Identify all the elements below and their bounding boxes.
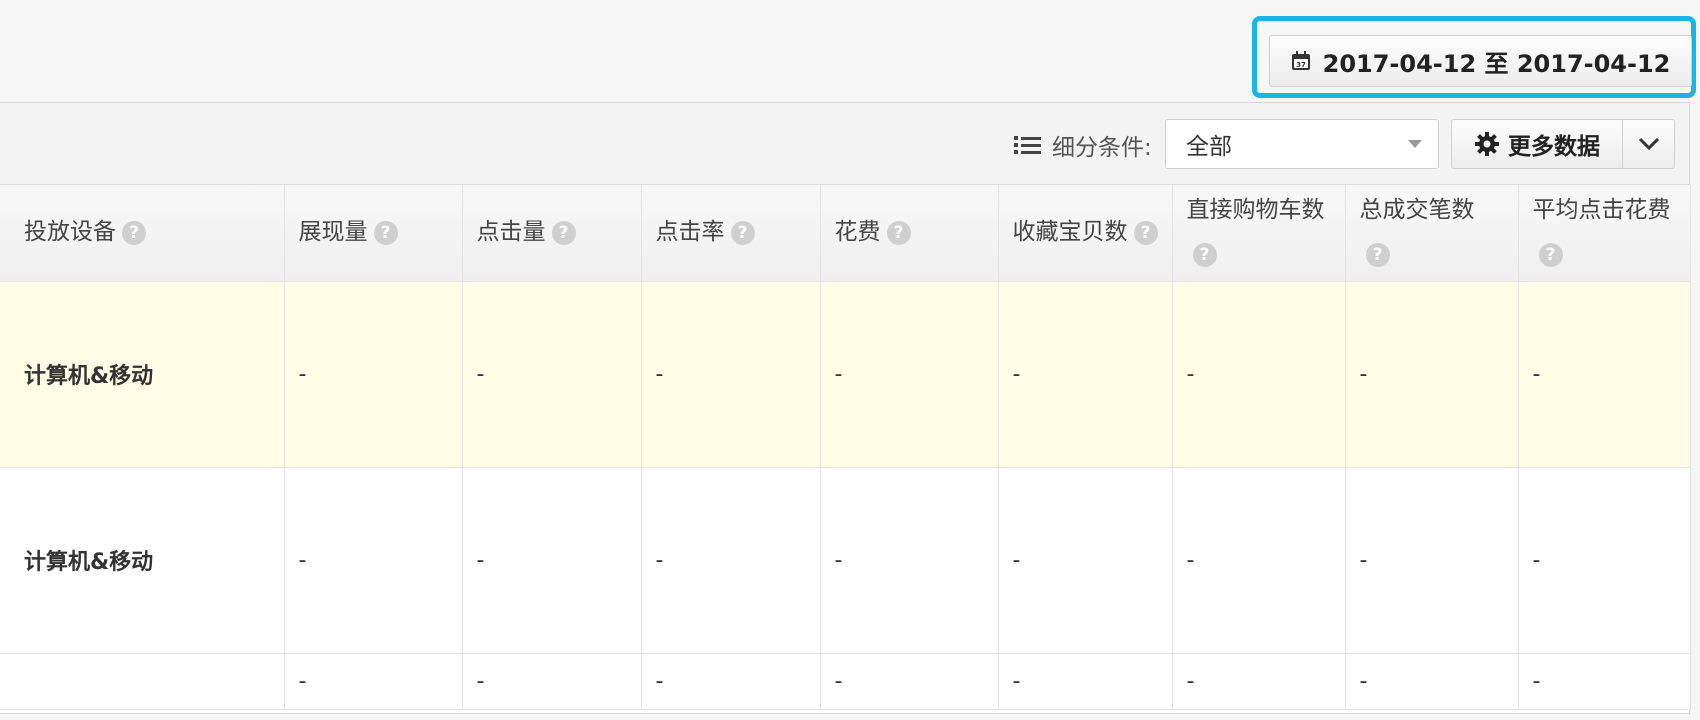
column-header[interactable]: 花费? <box>820 185 999 282</box>
date-bar: 37 2017-04-12 至 2017-04-12 <box>0 0 1700 102</box>
table-cell: - <box>1172 653 1346 710</box>
table-cell: - <box>998 281 1173 468</box>
date-range-label: 2017-04-12 至 2017-04-12 <box>1322 49 1671 78</box>
help-icon[interactable]: ? <box>122 220 146 245</box>
help-icon[interactable]: ? <box>1365 243 1390 268</box>
column-header[interactable]: 展现量? <box>284 185 463 282</box>
table-cell: - <box>462 653 642 710</box>
filter-label: 细分条件: <box>1052 135 1152 161</box>
help-icon[interactable]: ? <box>730 220 755 245</box>
calendar-icon: 37 <box>1291 51 1310 70</box>
device-cell <box>0 653 285 710</box>
help-icon[interactable]: ? <box>1538 243 1563 268</box>
table-header-row: 投放设备? 展现量? 点击量? 点击率? 花费? 收藏宝贝数? 直接购物车数? … <box>0 185 1691 282</box>
filter-label-group: 细分条件: <box>1014 127 1152 163</box>
table-cell: - <box>998 653 1173 710</box>
column-header[interactable]: 点击量? <box>462 185 642 282</box>
table-cell: - <box>641 467 821 654</box>
caret-down-icon <box>1408 140 1422 148</box>
table-cell: - <box>641 653 821 710</box>
filter-select[interactable]: 全部 <box>1165 119 1439 169</box>
table-cell: - <box>1518 653 1691 710</box>
table-row[interactable]: 计算机&移动 - - - - - - - - <box>0 467 1691 654</box>
column-header[interactable]: 收藏宝贝数? <box>998 185 1173 282</box>
table-cell: - <box>1345 467 1519 654</box>
report-panel: 细分条件: 全部 更多数据 投放设备 ? 展现量 ? 点击量 ? 点击率 ? 花… <box>0 102 1691 714</box>
table-cell: - <box>1518 281 1691 468</box>
more-data-button[interactable]: 更多数据 <box>1451 119 1623 169</box>
column-header[interactable]: 直接购物车数? <box>1172 185 1346 282</box>
table-cell: - <box>641 281 821 468</box>
report-table: 投放设备? 展现量? 点击量? 点击率? 花费? 收藏宝贝数? 直接购物车数? … <box>0 185 1691 710</box>
table-cell: - <box>284 653 463 710</box>
help-icon[interactable]: ? <box>1192 243 1217 268</box>
device-cell: 计算机&移动 <box>0 281 285 468</box>
table-cell: - <box>1172 467 1346 654</box>
table-cell: - <box>462 281 642 468</box>
more-data-dropdown-button[interactable] <box>1623 119 1675 169</box>
table-cell: - <box>284 281 463 468</box>
device-cell: 计算机&移动 <box>0 467 285 654</box>
table-row-total: - - - - - - - - <box>0 653 1691 710</box>
table-cell: - <box>462 467 642 654</box>
table-cell: - <box>820 281 999 468</box>
column-header[interactable]: 点击率? <box>641 185 821 282</box>
date-range-button[interactable]: 37 2017-04-12 至 2017-04-12 <box>1269 35 1692 87</box>
table-cell: - <box>998 467 1173 654</box>
table-cell: - <box>1518 467 1691 654</box>
table-cell: - <box>820 653 999 710</box>
help-icon[interactable]: ? <box>551 220 576 245</box>
page: 37 2017-04-12 至 2017-04-12 细分条件: 全部 更多数据… <box>0 0 1700 720</box>
chevron-down-icon <box>1638 137 1659 151</box>
filter-select-value: 全部 <box>1186 134 1232 160</box>
help-icon[interactable]: ? <box>886 220 911 245</box>
table-cell: - <box>1345 653 1519 710</box>
table-cell: - <box>820 467 999 654</box>
column-header[interactable]: 平均点击花费? <box>1518 185 1691 282</box>
svg-text:37: 37 <box>1296 61 1306 69</box>
list-icon <box>1014 136 1041 154</box>
help-icon[interactable]: ? <box>1133 220 1158 245</box>
column-header[interactable]: 投放设备? <box>0 185 285 282</box>
table-toolbar: 细分条件: 全部 更多数据 <box>0 103 1689 185</box>
table-cell: - <box>1172 281 1346 468</box>
more-data-label: 更多数据 <box>1508 134 1600 160</box>
column-header[interactable]: 总成交笔数? <box>1345 185 1519 282</box>
table-row[interactable]: 计算机&移动 - - - - - - - - <box>0 281 1691 468</box>
gear-icon <box>1475 132 1499 156</box>
help-icon[interactable]: ? <box>373 220 398 245</box>
table-cell: - <box>284 467 463 654</box>
table-cell: - <box>1345 281 1519 468</box>
